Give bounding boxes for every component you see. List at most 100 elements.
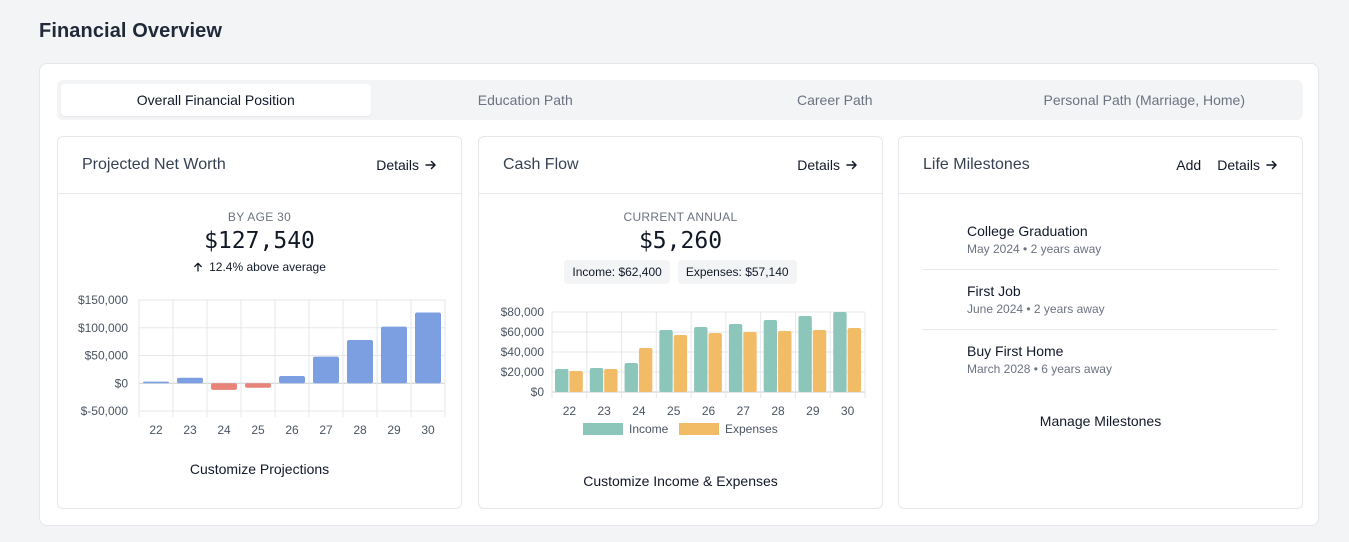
list-item[interactable]: Buy First Home March 2028 • 6 years away	[923, 330, 1278, 389]
x-tick-label: 29	[387, 423, 401, 437]
bar	[415, 312, 441, 384]
milestone-title: College Graduation	[967, 223, 1088, 239]
bar	[143, 381, 169, 384]
x-tick-label: 25	[667, 404, 681, 418]
expenses-bar	[673, 335, 688, 392]
x-tick-label: 22	[149, 423, 163, 437]
x-tick-label: 28	[353, 423, 367, 437]
x-tick-label: 27	[319, 423, 333, 437]
income-bar	[763, 320, 778, 392]
y-tick-label: $0	[115, 376, 129, 390]
trend-text: 12.4% above average	[209, 260, 326, 274]
y-tick-label: $50,000	[85, 349, 129, 363]
legend-expenses-swatch	[679, 423, 719, 435]
expenses-bar	[604, 369, 618, 392]
x-tick-label: 26	[285, 423, 299, 437]
cash-flow-title: Cash Flow	[503, 156, 579, 173]
legend-label: Income	[629, 422, 669, 436]
expenses-bar	[847, 328, 861, 392]
x-tick-label: 22	[563, 404, 577, 418]
net-worth-details-link[interactable]: Details	[376, 157, 437, 173]
bar	[279, 376, 305, 384]
arrow-right-icon	[846, 160, 857, 170]
milestone-subtitle: March 2028 • 6 years away	[967, 362, 1112, 376]
y-tick-label: $0	[531, 385, 545, 399]
income-bar	[728, 324, 743, 392]
y-tick-label: $20,000	[501, 365, 545, 379]
expenses-bar	[708, 333, 722, 392]
income-bar	[589, 368, 604, 392]
cash-flow-details-link[interactable]: Details	[797, 157, 858, 173]
y-tick-label: $40,000	[501, 345, 545, 359]
expenses-bar	[743, 332, 757, 392]
income-bar	[659, 330, 673, 392]
tab-career-path[interactable]: Career Path	[680, 84, 990, 116]
manage-milestones-button[interactable]: Manage Milestones	[899, 413, 1302, 429]
milestones-title: Life Milestones	[923, 156, 1030, 173]
page-title: Financial Overview	[39, 20, 222, 42]
cash-flow-card: Cash Flow Details CURRENT ANNUAL $5,260 …	[478, 136, 883, 509]
arrow-right-icon	[425, 160, 436, 170]
tab-personal-path[interactable]: Personal Path (Marriage, Home)	[990, 84, 1300, 116]
y-tick-label: $60,000	[501, 325, 545, 339]
x-tick-label: 24	[632, 404, 646, 418]
bar	[177, 377, 203, 384]
overview-panel: Overall Financial Position Education Pat…	[39, 63, 1319, 526]
tab-overall-financial-position[interactable]: Overall Financial Position	[61, 84, 371, 116]
details-label: Details	[376, 157, 419, 173]
x-tick-label: 24	[217, 423, 231, 437]
x-tick-label: 25	[251, 423, 265, 437]
y-tick-label: $80,000	[501, 305, 545, 319]
x-tick-label: 23	[597, 404, 611, 418]
expenses-bar	[812, 330, 827, 392]
bar	[381, 326, 407, 384]
details-label: Details	[1217, 157, 1260, 173]
income-bar	[694, 327, 708, 392]
legend-income-swatch	[583, 423, 623, 435]
milestone-subtitle: June 2024 • 2 years away	[967, 302, 1105, 316]
income-bar	[555, 369, 569, 392]
bar	[245, 383, 271, 388]
x-tick-label: 30	[841, 404, 855, 418]
tab-bar: Overall Financial Position Education Pat…	[57, 80, 1303, 120]
y-tick-label: $150,000	[78, 293, 128, 307]
net-worth-card: Projected Net Worth Details BY AGE 30 $1…	[57, 136, 462, 509]
bar	[347, 339, 373, 384]
arrow-right-icon	[1266, 160, 1277, 170]
x-tick-label: 28	[771, 404, 785, 418]
x-tick-label: 30	[421, 423, 435, 437]
net-worth-trend: 12.4% above average	[58, 260, 461, 274]
tab-education-path[interactable]: Education Path	[371, 84, 681, 116]
cash-flow-chart: $80,000 $60,000 $40,000 $20,000 $0 22 23 24 25 26…	[501, 305, 866, 436]
expenses-bar	[569, 371, 583, 392]
list-item[interactable]: College Graduation May 2024 • 2 years aw…	[923, 210, 1278, 270]
arrow-up-icon	[194, 262, 202, 272]
x-tick-label: 27	[737, 404, 751, 418]
milestones-details-link[interactable]: Details	[1217, 157, 1278, 173]
expenses-bar	[778, 331, 792, 392]
bar	[211, 383, 237, 390]
income-bar	[833, 312, 847, 392]
x-tick-label: 29	[806, 404, 820, 418]
net-worth-chart: $150,000 $100,000 $50,000 $0 $-50,000 22 23 24 2…	[78, 293, 446, 437]
net-worth-title: Projected Net Worth	[82, 156, 226, 173]
legend-label: Expenses	[725, 422, 778, 436]
milestone-title: First Job	[967, 283, 1021, 299]
y-tick-label: $100,000	[78, 321, 128, 335]
net-worth-metric-label: BY AGE 30	[227, 210, 292, 224]
cash-flow-metric-label: CURRENT ANNUAL	[623, 210, 738, 224]
milestone-title: Buy First Home	[967, 343, 1064, 359]
y-tick-label: $-50,000	[81, 404, 129, 418]
x-tick-label: 26	[702, 404, 716, 418]
income-bar	[624, 363, 638, 392]
details-label: Details	[797, 157, 840, 173]
add-milestone-button[interactable]: Add	[1176, 157, 1201, 173]
expenses-pill: Expenses: $57,140	[677, 260, 797, 284]
list-item[interactable]: First Job June 2024 • 2 years away	[923, 270, 1278, 330]
customize-projections-button[interactable]: Customize Projections	[58, 461, 461, 477]
cash-flow-value: $5,260	[638, 228, 723, 254]
net-worth-value: $127,540	[204, 228, 315, 254]
income-bar	[798, 316, 812, 392]
x-tick-label: 23	[183, 423, 197, 437]
customize-income-expenses-button[interactable]: Customize Income & Expenses	[479, 473, 882, 489]
